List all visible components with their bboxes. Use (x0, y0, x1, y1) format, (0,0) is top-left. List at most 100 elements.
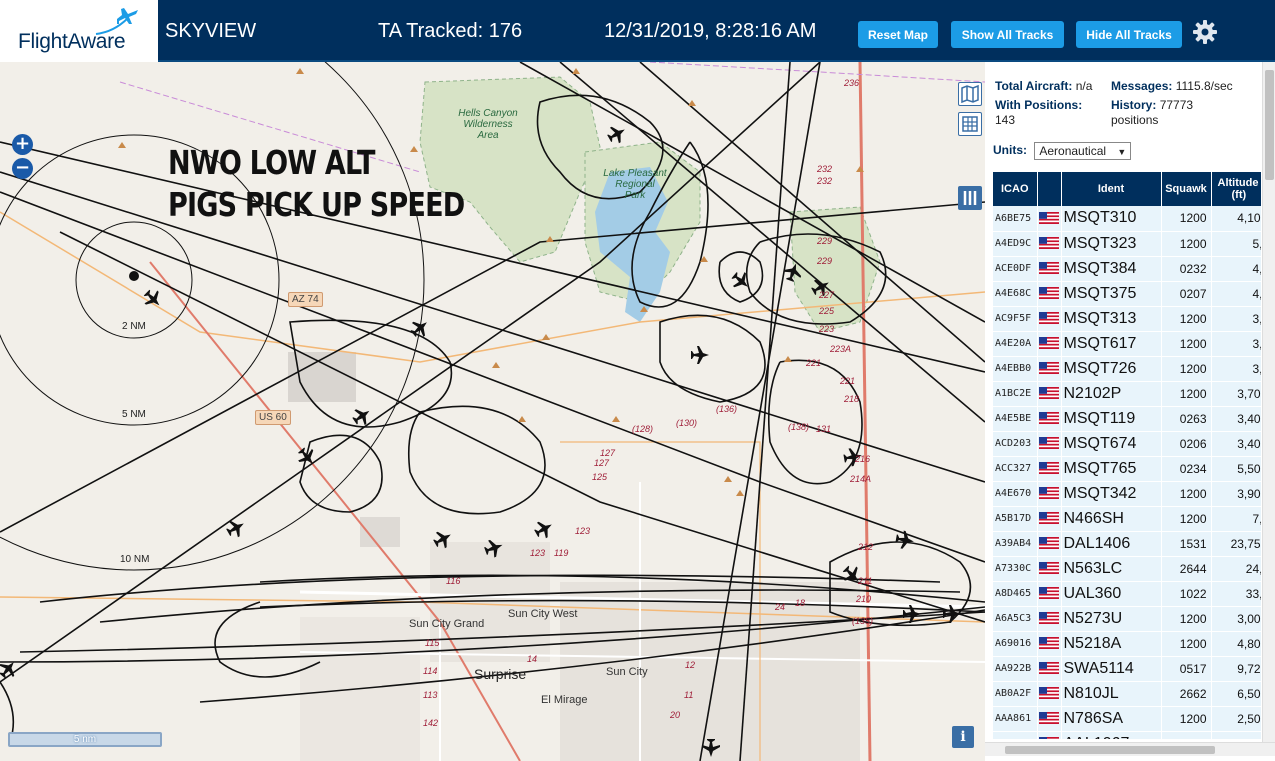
table-row[interactable]: ACE0DF MSQT38402324,400 (993, 256, 1261, 282)
row-ident: N466SH (1061, 506, 1162, 532)
city-label-sun-city-grand: Sun City Grand (409, 618, 485, 630)
col-header-ident[interactable]: Ident (1061, 172, 1162, 206)
scale-bar: 5 nm (8, 732, 162, 747)
row-icao: AB0A2F (993, 681, 1038, 707)
row-squawk: 1200 (1161, 231, 1212, 257)
table-row[interactable]: A4E5BE MSQT11902633,400 ▲ (993, 406, 1261, 432)
row-flag (1037, 731, 1062, 739)
road-number-label: (138) (788, 422, 810, 432)
table-row[interactable]: AA922B SWA511405179,725 ▼ (993, 656, 1261, 682)
row-flag (1037, 531, 1062, 557)
table-header-row: ICAO Ident Squawk Altitude (ft) (993, 172, 1261, 206)
map-canvas[interactable] (0, 62, 985, 761)
row-squawk: 1200 (1161, 381, 1212, 407)
row-squawk: 1200 (1161, 306, 1212, 332)
table-row[interactable]: AAA861 N786SA12002,500 ▼ (993, 706, 1261, 732)
sidebar-toggle-button[interactable] (958, 186, 982, 210)
aircraft-table-container[interactable]: ICAO Ident Squawk Altitude (ft) A6BE75 MSQ… (993, 172, 1261, 739)
table-row[interactable]: A5B17D N466SH12007,000 (993, 506, 1261, 532)
table-row[interactable]: A4EBB0 MSQT72612003,200 (993, 356, 1261, 382)
col-header-squawk[interactable]: Squawk (1161, 172, 1212, 206)
table-row[interactable]: A8D465 UAL360102233,000 (993, 581, 1261, 607)
row-icao: A4E5BE (993, 406, 1038, 432)
row-flag (1037, 331, 1062, 357)
flightaware-logo[interactable]: FlightAware (0, 0, 158, 62)
table-row[interactable]: A4ED9C MSQT32312005,000 (993, 231, 1261, 257)
col-header-flag[interactable] (1037, 172, 1062, 206)
us-flag-icon (1038, 412, 1059, 425)
col-header-altitude[interactable]: Altitude (ft) (1211, 172, 1261, 206)
table-row[interactable]: A69016 N5218A12004,800 ▼ (993, 631, 1261, 657)
gear-icon[interactable] (1192, 19, 1218, 45)
row-squawk: 0312 (1161, 731, 1212, 739)
row-altitude: 3,700 ▼ (1211, 381, 1261, 407)
col-header-icao[interactable]: ICAO (993, 172, 1038, 206)
road-number-label: 227 (819, 290, 835, 300)
row-ident: MSQT342 (1061, 481, 1162, 507)
road-number-label: 12 (685, 660, 696, 670)
show-all-tracks-button[interactable]: Show All Tracks (951, 21, 1064, 48)
row-icao: A6BE75 (993, 206, 1038, 232)
vertical-scroll-thumb[interactable] (1265, 70, 1274, 180)
zoom-out-button[interactable]: − (12, 158, 33, 179)
table-row[interactable]: A6BE75 MSQT31012004,100 ▼ (993, 206, 1261, 232)
sidebar-horizontal-scrollbar[interactable] (985, 742, 1275, 756)
row-altitude: 3,400 ▲ (1211, 406, 1261, 432)
table-row[interactable]: A39AB4 DAL1406153123,750 ▲ (993, 531, 1261, 557)
tracked-count: TA Tracked: 176 (378, 20, 523, 42)
row-squawk: 1200 (1161, 606, 1212, 632)
table-row[interactable]: A1BC2E N2102P12003,700 ▼ (993, 381, 1261, 407)
row-icao: A40622 (993, 731, 1038, 739)
row-altitude: 2,500 ▼ (1211, 706, 1261, 732)
row-altitude: 3,000 (1211, 331, 1261, 357)
hide-all-tracks-button[interactable]: Hide All Tracks (1076, 21, 1182, 48)
road-number-label: 127 (594, 458, 610, 468)
grid-toggle-button[interactable] (958, 112, 982, 136)
us-flag-icon (1038, 562, 1059, 575)
row-squawk: 1200 (1161, 506, 1212, 532)
road-number-label: 218 (844, 394, 860, 404)
us-flag-icon (1038, 587, 1059, 600)
table-row[interactable]: A4E68C MSQT37502074,700 (993, 281, 1261, 307)
road-number-label: 119 (554, 548, 569, 558)
table-row[interactable]: ACD203 MSQT67402063,400 ▼ (993, 431, 1261, 457)
row-ident: MSQT617 (1061, 331, 1162, 357)
ring-label-5nm: 5 NM (122, 409, 146, 420)
table-row[interactable]: AB0A2F N810JL26626,500 ▲ (993, 681, 1261, 707)
row-squawk: 1200 (1161, 356, 1212, 382)
ring-label-2nm: 2 NM (122, 321, 146, 332)
row-altitude: 3,900 ▲ (1211, 481, 1261, 507)
row-squawk: 0206 (1161, 431, 1212, 457)
road-number-label: 212 (858, 542, 874, 552)
row-ident: MSQT674 (1061, 431, 1162, 457)
us-flag-icon (1038, 337, 1059, 350)
overlay-title: NWO LOW ALT PIGS PICK UP SPEED (168, 142, 465, 226)
row-icao: ACE0DF (993, 256, 1038, 282)
table-row[interactable]: A4E670 MSQT34212003,900 ▲ (993, 481, 1261, 507)
units-select[interactable]: Aeronautical (1034, 142, 1132, 160)
row-altitude: 3,200 (1211, 356, 1261, 382)
us-flag-icon (1038, 487, 1059, 500)
highway-shield-us60: US 60 (255, 410, 291, 425)
reset-map-button[interactable]: Reset Map (858, 21, 938, 48)
horizontal-scroll-thumb[interactable] (1005, 746, 1215, 754)
table-row[interactable]: A7330C N563LC264424,000 (993, 556, 1261, 582)
row-icao: A69016 (993, 631, 1038, 657)
table-row[interactable]: AC9F5F MSQT31312003,800 (993, 306, 1261, 332)
park-label-hells-canyon: Hells Canyon Wilderness Area (458, 108, 518, 141)
row-icao: A4ED9C (993, 231, 1038, 257)
row-altitude: 5,500 ▼ (1211, 456, 1261, 482)
sidebar-vertical-scrollbar[interactable] (1262, 62, 1275, 742)
map-view[interactable]: 2 NM 5 NM 10 NM NWO LOW ALT PIGS PICK UP… (0, 62, 985, 761)
table-row[interactable]: ACC327 MSQT76502345,500 ▼ (993, 456, 1261, 482)
table-row[interactable]: A40622 AAL106703125,025 ▼ (993, 731, 1261, 739)
table-row[interactable]: A4E20A MSQT61712003,000 (993, 331, 1261, 357)
us-flag-icon (1038, 462, 1059, 475)
map-layers-button[interactable] (958, 82, 982, 106)
zoom-in-button[interactable]: + (12, 134, 33, 155)
row-flag (1037, 356, 1062, 382)
us-flag-icon (1038, 687, 1059, 700)
table-row[interactable]: A6A5C3 N5273U12003,000 ▲ (993, 606, 1261, 632)
city-label-el-mirage: El Mirage (541, 694, 588, 706)
info-button[interactable]: i (952, 726, 974, 748)
